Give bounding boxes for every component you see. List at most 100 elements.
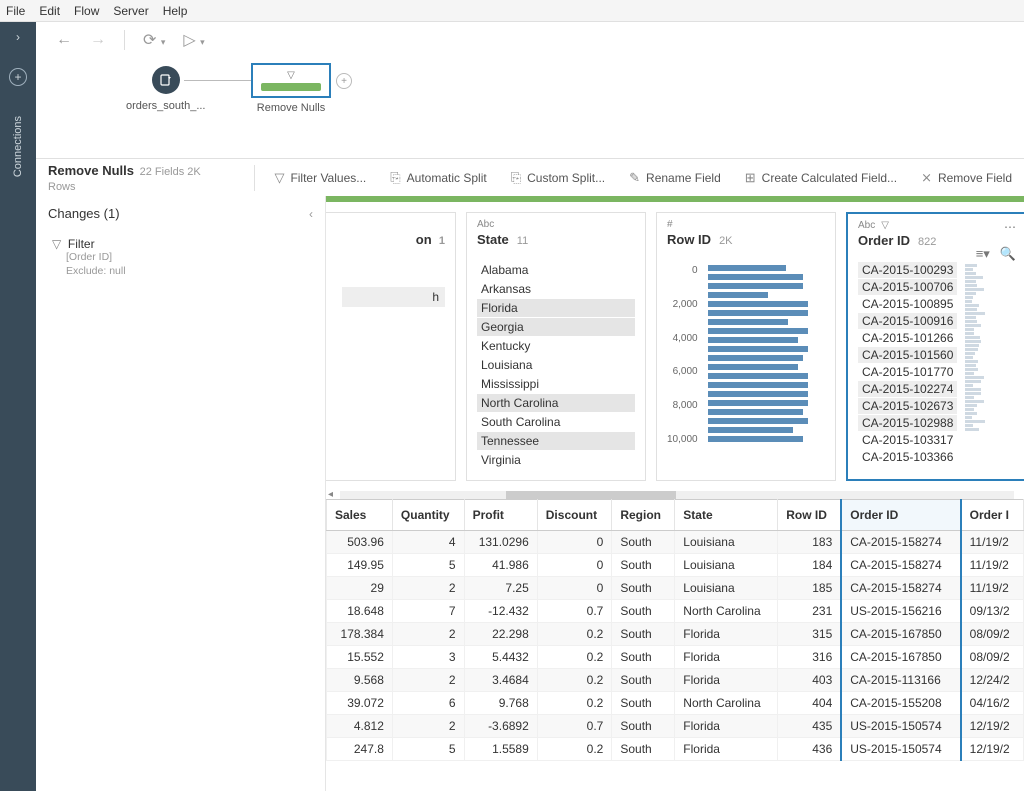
field-card-state[interactable]: Abc State11 AlabamaArkansasFloridaGeorgi… <box>466 212 646 481</box>
type-number-icon: # <box>667 219 673 230</box>
filter-applied-icon: ▽ <box>881 220 889 231</box>
table-row[interactable]: 503.964131.02960SouthLouisiana183CA-2015… <box>327 531 1024 554</box>
grid-header[interactable]: State <box>675 500 778 531</box>
remove-icon: ⨯ <box>921 170 932 186</box>
add-connection-button[interactable]: + <box>9 68 27 86</box>
table-row[interactable]: 15.55235.44320.2SouthFlorida316CA-2015-1… <box>327 646 1024 669</box>
table-row[interactable]: 39.07269.7680.2SouthNorth Carolina404CA-… <box>327 692 1024 715</box>
flow-node-step[interactable]: ▽ <box>251 63 331 98</box>
change-item-filter[interactable]: ▽ Filter [Order ID] Exclude: null <box>36 231 325 284</box>
state-value[interactable]: Alabama <box>477 261 635 279</box>
search-icon[interactable]: 🔍 <box>1000 246 1016 262</box>
table-row[interactable]: 4.8122-3.68920.7SouthFlorida435US-2015-1… <box>327 715 1024 738</box>
sidebar-expand-icon[interactable]: › <box>16 30 20 44</box>
grid-header-row: SalesQuantityProfitDiscountRegionStateRo… <box>327 500 1024 531</box>
rowid-histogram: 02,0004,0006,0008,00010,000 <box>667 261 825 445</box>
custom-split-icon: ⎘ <box>511 170 521 186</box>
state-value[interactable]: Kentucky <box>477 337 635 355</box>
flow-node-input-label: orders_south_... <box>126 100 206 112</box>
step-title: Remove Nulls 22 Fields 2K Rows <box>36 163 216 193</box>
field-card-rowid[interactable]: # Row ID2K 02,0004,0006,0008,00010,000 <box>656 212 836 481</box>
table-row[interactable]: 9.56823.46840.2SouthFlorida403CA-2015-11… <box>327 669 1024 692</box>
add-step-button[interactable]: + <box>336 73 352 89</box>
main-area: ← → ⟳ ▾ ▷ ▾ orders_south_... ▽ Remove Nu… <box>36 22 1024 791</box>
top-toolbar: ← → ⟳ ▾ ▷ ▾ <box>36 22 1024 58</box>
orderid-value[interactable]: CA-2015-101770 <box>858 364 957 380</box>
create-calc-button[interactable]: ⊞Create Calculated Field... <box>733 170 909 186</box>
ribbon-separator <box>254 165 255 191</box>
grid-header[interactable]: Discount <box>537 500 612 531</box>
state-value[interactable]: Tennessee <box>477 432 635 450</box>
orderid-value[interactable]: CA-2015-102988 <box>858 415 957 431</box>
funnel-small-icon: ▽ <box>52 237 61 251</box>
menu-edit[interactable]: Edit <box>39 4 60 18</box>
profile-cards: on 1 h Abc State11 AlabamaArkansasFlorid… <box>326 202 1024 491</box>
forward-button[interactable]: → <box>90 31 106 49</box>
data-grid[interactable]: SalesQuantityProfitDiscountRegionStateRo… <box>326 499 1024 791</box>
state-value[interactable]: Mississippi <box>477 375 635 393</box>
state-value-list[interactable]: AlabamaArkansasFloridaGeorgiaKentuckyLou… <box>477 261 635 469</box>
back-button[interactable]: ← <box>56 31 72 49</box>
orderid-value[interactable]: CA-2015-101560 <box>858 347 957 363</box>
filter-icon: ▽ <box>287 70 295 81</box>
filter-values-button[interactable]: ▽Filter Values... <box>262 170 378 186</box>
state-value[interactable]: Arkansas <box>477 280 635 298</box>
menu-flow[interactable]: Flow <box>74 4 99 18</box>
orderid-value[interactable]: CA-2015-102274 <box>858 381 957 397</box>
partial-value: h <box>342 287 445 307</box>
grid-header[interactable]: Profit <box>464 500 537 531</box>
grid-header[interactable]: Region <box>612 500 675 531</box>
field-card-orderid[interactable]: ⋯ Abc ▽ Order ID822 ≡▾ 🔍 CA-2015-100293C… <box>846 212 1024 481</box>
table-row[interactable]: 178.384222.2980.2SouthFlorida315CA-2015-… <box>327 623 1024 646</box>
remove-field-button[interactable]: ⨯Remove Field <box>909 170 1024 186</box>
refresh-button[interactable]: ⟳ ▾ <box>143 30 165 50</box>
run-flow-button[interactable]: ▷ ▾ <box>183 30 204 50</box>
profile-scrollbar[interactable]: ◂ <box>326 491 1024 499</box>
menu-server[interactable]: Server <box>113 4 148 18</box>
orderid-value[interactable]: CA-2015-100895 <box>858 296 957 312</box>
grid-header[interactable]: Quantity <box>392 500 464 531</box>
collapse-icon[interactable]: ‹ <box>309 207 313 221</box>
menu-help[interactable]: Help <box>163 4 188 18</box>
orderid-value-list[interactable]: CA-2015-100293CA-2015-100706CA-2015-1008… <box>858 262 1014 466</box>
sort-icon[interactable]: ≡▾ <box>976 246 990 262</box>
change-item-field: [Order ID] <box>52 251 309 265</box>
grid-header[interactable]: Order ID <box>841 500 960 531</box>
field-card-partial[interactable]: on 1 h <box>326 212 456 481</box>
table-row[interactable]: 2927.250SouthLouisiana185CA-2015-1582741… <box>327 577 1024 600</box>
state-value[interactable]: Georgia <box>477 318 635 336</box>
step-progress-bar <box>261 83 321 91</box>
state-value[interactable]: South Carolina <box>477 413 635 431</box>
orderid-value[interactable]: CA-2015-103366 <box>858 449 957 465</box>
menu-file[interactable]: File <box>6 4 25 18</box>
table-row[interactable]: 149.95541.9860SouthLouisiana184CA-2015-1… <box>327 554 1024 577</box>
state-value[interactable]: North Carolina <box>477 394 635 412</box>
orderid-value[interactable]: CA-2015-100293 <box>858 262 957 278</box>
changes-panel: Changes (1) ‹ ▽ Filter [Order ID] Exclud… <box>36 196 326 791</box>
grid-header[interactable]: Row ID <box>778 500 841 531</box>
state-value[interactable]: Louisiana <box>477 356 635 374</box>
table-row[interactable]: 18.6487-12.4320.7SouthNorth Carolina231U… <box>327 600 1024 623</box>
type-abc-icon: Abc <box>858 220 875 231</box>
grid-header[interactable]: Order I <box>961 500 1024 531</box>
orderid-value[interactable]: CA-2015-100706 <box>858 279 957 295</box>
grid-header[interactable]: Sales <box>327 500 393 531</box>
orderid-value[interactable]: CA-2015-100916 <box>858 313 957 329</box>
state-value[interactable]: Florida <box>477 299 635 317</box>
orderid-value[interactable]: CA-2015-103317 <box>858 432 957 448</box>
custom-split-button[interactable]: ⎘Custom Split... <box>499 170 617 186</box>
card-menu-button[interactable]: ⋯ <box>1004 220 1016 234</box>
state-value[interactable]: Virginia <box>477 451 635 469</box>
profile-and-grid: on 1 h Abc State11 AlabamaArkansasFlorid… <box>326 196 1024 791</box>
flow-node-input[interactable]: orders_south_... <box>126 66 206 112</box>
flow-canvas[interactable]: orders_south_... ▽ Remove Nulls + <box>36 58 1024 158</box>
datasource-icon <box>152 66 180 94</box>
changes-header[interactable]: Changes (1) ‹ <box>36 196 325 231</box>
orderid-value[interactable]: CA-2015-101266 <box>858 330 957 346</box>
rename-field-button[interactable]: ✎Rename Field <box>617 170 733 186</box>
funnel-icon: ▽ <box>274 170 284 186</box>
orderid-value[interactable]: CA-2015-102673 <box>858 398 957 414</box>
card-actions: ≡▾ 🔍 <box>976 246 1016 262</box>
table-row[interactable]: 247.851.55890.2SouthFlorida436US-2015-15… <box>327 738 1024 761</box>
automatic-split-button[interactable]: ⎘Automatic Split <box>378 170 498 186</box>
